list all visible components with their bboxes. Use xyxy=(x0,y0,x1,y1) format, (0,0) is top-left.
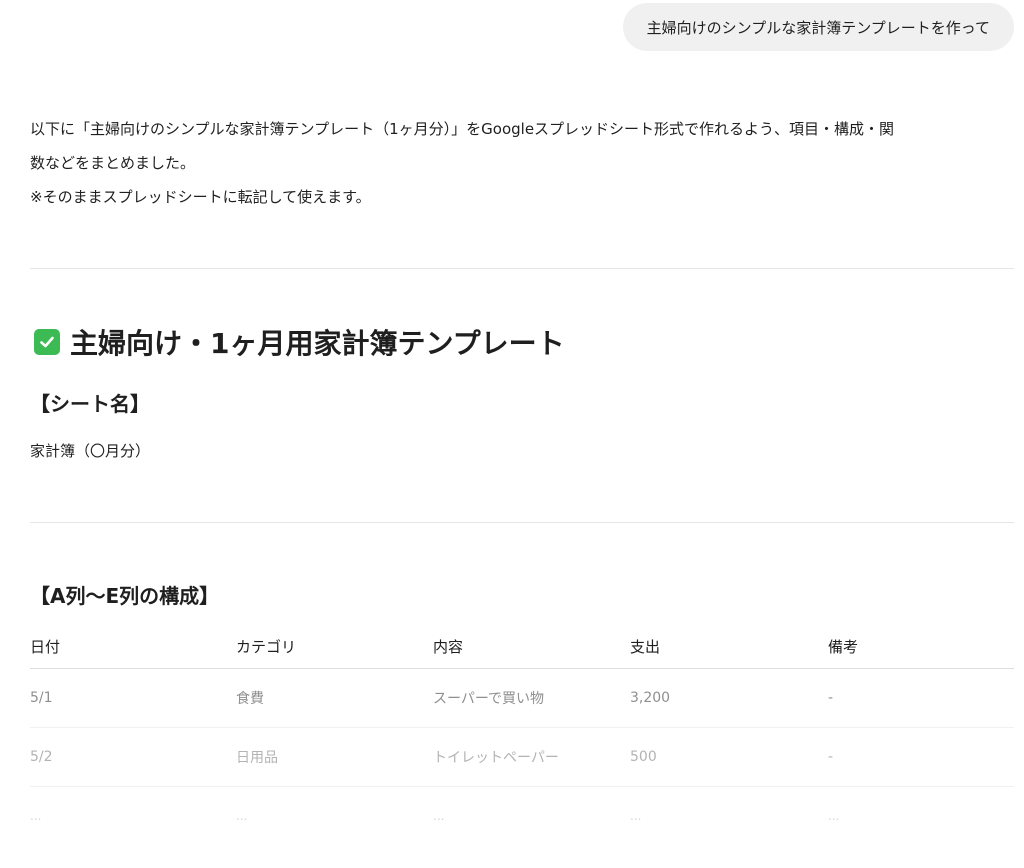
section-divider xyxy=(30,522,1014,523)
user-message-bubble: 主婦向けのシンプルな家計簿テンプレートを作って xyxy=(622,3,1014,51)
table-cell: 500 xyxy=(630,749,657,765)
answer-intro: 以下に「主婦向けのシンプルな家計簿テンプレート（1ヶ月分）」をGoogleスプレ… xyxy=(30,112,1014,214)
table-row: 5/1 食費 スーパーで買い物 3,200 - xyxy=(30,669,1014,728)
table-header-cell: 内容 xyxy=(433,637,464,656)
columns-heading: 【A列〜E列の構成】 xyxy=(30,584,220,608)
sheet-name-value: 家計簿（〇月分） xyxy=(30,442,151,460)
intro-line: ※そのままスプレッドシートに転記して使えます。 xyxy=(30,188,371,206)
table-row: ... ... ... ... ... xyxy=(30,787,1014,845)
chat-page: 主婦向けのシンプルな家計簿テンプレートを作って 以下に「主婦向けのシンプルな家計… xyxy=(0,0,1024,868)
table-header-cell: 備考 xyxy=(828,637,859,656)
table-cell: 5/1 xyxy=(30,690,53,706)
table-cell: ... xyxy=(630,809,642,823)
intro-line: 数などをまとめました。 xyxy=(30,154,196,172)
table-cell: 食費 xyxy=(236,691,264,707)
table-header-row: 日付 カテゴリ 内容 支出 備考 xyxy=(30,624,1014,669)
template-table: 日付 カテゴリ 内容 支出 備考 5/1 食費 スーパーで買い物 3,200 -… xyxy=(30,624,1014,845)
table-header-cell: カテゴリ xyxy=(236,637,297,656)
table-cell: ... xyxy=(433,809,445,823)
table-cell: ... xyxy=(236,809,248,823)
section-divider xyxy=(30,268,1014,269)
table-header-cell: 支出 xyxy=(630,637,661,656)
intro-line: 以下に「主婦向けのシンプルな家計簿テンプレート（1ヶ月分）」をGoogleスプレ… xyxy=(30,120,895,138)
check-mark-icon xyxy=(34,329,60,355)
table-cell: 日用品 xyxy=(236,750,278,766)
section-title-text: 主婦向け・1ヶ月用家計簿テンプレート xyxy=(70,327,565,360)
sheet-name-heading: 【シート名】 xyxy=(30,392,150,416)
table-cell: - xyxy=(828,749,834,765)
user-message-text: 主婦向けのシンプルな家計簿テンプレートを作って xyxy=(646,18,990,37)
section-title: 主婦向け・1ヶ月用家計簿テンプレート xyxy=(34,322,565,362)
table-cell: ... xyxy=(828,809,840,823)
table-cell: ... xyxy=(30,809,42,823)
table-cell: 5/2 xyxy=(30,749,53,765)
table-cell: 3,200 xyxy=(630,690,671,706)
table-row: 5/2 日用品 トイレットペーパー 500 - xyxy=(30,728,1014,787)
table-cell: スーパーで買い物 xyxy=(433,691,545,707)
table-cell: トイレットペーパー xyxy=(433,750,559,766)
table-header-cell: 日付 xyxy=(30,637,61,656)
table-cell: - xyxy=(828,690,834,706)
